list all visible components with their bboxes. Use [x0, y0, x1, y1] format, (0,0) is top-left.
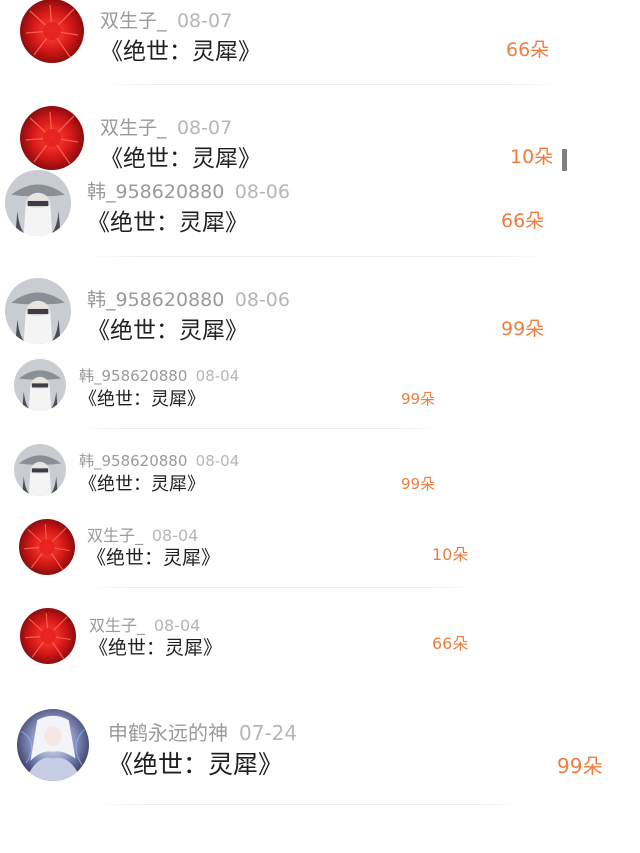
username[interactable]: 韩_958620880 — [79, 367, 187, 385]
comment-date: 07-24 — [239, 721, 298, 745]
comment-date: 08-07 — [176, 117, 233, 139]
comment-meta: 韩_958620880 08-04 — [79, 365, 239, 386]
comment-meta: 韩_958620880 08-04 — [79, 450, 239, 471]
flower-gift-count: 99朵 — [401, 475, 436, 493]
red-flower-avatar[interactable] — [20, 608, 76, 664]
book-title[interactable]: 《绝世：灵犀》 — [100, 139, 261, 173]
comment-meta: 申鹤永远的神 07-24 — [108, 717, 297, 746]
username[interactable]: 申鹤永远的神 — [108, 721, 228, 745]
flower-gift-count: 99朵 — [401, 390, 436, 408]
book-title[interactable]: 《绝世：灵犀》 — [87, 311, 248, 345]
comment-date: 08-07 — [176, 10, 233, 32]
hat-figure-avatar[interactable] — [5, 170, 71, 236]
comment-meta: 双生子_ 08-07 — [100, 6, 232, 33]
row-divider — [79, 428, 441, 429]
flower-gift-count: 99朵 — [557, 754, 603, 778]
row-divider — [87, 256, 547, 257]
book-title[interactable]: 《绝世：灵犀》 — [79, 385, 205, 411]
scrollbar-thumb[interactable] — [562, 149, 567, 171]
comment-date: 08-04 — [195, 367, 240, 385]
username[interactable]: 双生子_ — [100, 10, 167, 32]
row-divider — [100, 84, 560, 85]
red-flower-avatar[interactable] — [19, 519, 75, 575]
hat-figure-avatar[interactable] — [14, 359, 66, 411]
username[interactable]: 韩_958620880 — [87, 289, 224, 311]
flower-gift-count: 66朵 — [506, 39, 550, 61]
comment-date: 08-06 — [234, 289, 290, 311]
row-divider — [95, 804, 525, 805]
book-title[interactable]: 《绝世：灵犀》 — [100, 32, 261, 66]
username[interactable]: 韩_958620880 — [79, 452, 187, 470]
anime-character-avatar[interactable] — [17, 709, 89, 781]
red-flower-avatar[interactable] — [20, 106, 84, 170]
row-divider — [87, 587, 477, 588]
book-title[interactable]: 《绝世：灵犀》 — [89, 633, 222, 660]
book-title[interactable]: 《绝世：灵犀》 — [87, 543, 220, 570]
flower-gift-count: 66朵 — [432, 634, 469, 653]
book-title[interactable]: 《绝世：灵犀》 — [108, 745, 283, 781]
red-flower-avatar[interactable] — [20, 0, 84, 63]
flower-gift-count: 10朵 — [432, 545, 469, 564]
username[interactable]: 双生子_ — [100, 117, 167, 139]
book-title[interactable]: 《绝世：灵犀》 — [79, 470, 205, 496]
comment-date: 08-06 — [234, 181, 290, 203]
flower-gift-count: 66朵 — [501, 210, 545, 232]
flower-gift-count: 99朵 — [501, 318, 545, 340]
hat-figure-avatar[interactable] — [14, 444, 66, 496]
username[interactable]: 韩_958620880 — [87, 181, 224, 203]
hat-figure-avatar[interactable] — [5, 278, 71, 344]
book-title[interactable]: 《绝世：灵犀》 — [87, 203, 248, 237]
comment-meta: 双生子_ 08-07 — [100, 113, 232, 140]
comment-date: 08-04 — [195, 452, 240, 470]
comment-meta: 韩_958620880 08-06 — [87, 285, 290, 312]
flower-gift-count: 10朵 — [510, 146, 554, 168]
comment-meta: 韩_958620880 08-06 — [87, 177, 290, 204]
